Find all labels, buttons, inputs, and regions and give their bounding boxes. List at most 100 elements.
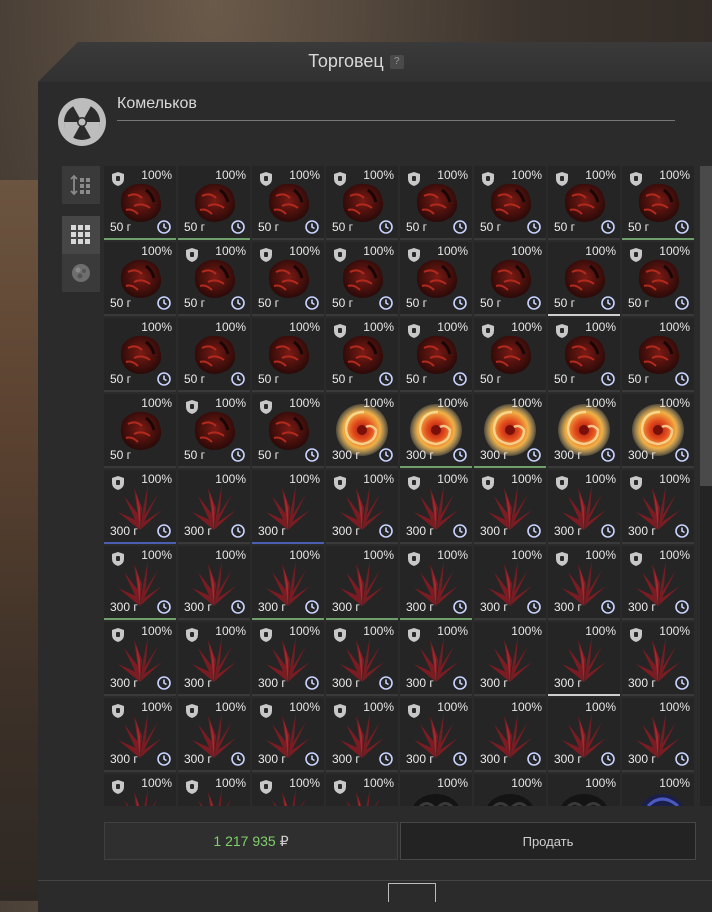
weight-label: 300 г bbox=[332, 524, 360, 538]
weight-label: 50 г bbox=[258, 448, 280, 462]
inventory-slot[interactable]: 100% 50 г bbox=[326, 242, 398, 316]
clock-icon bbox=[601, 752, 615, 766]
inventory-slot[interactable]: 100% 300 г bbox=[104, 698, 176, 772]
inventory-slot[interactable]: 100% 300 г bbox=[400, 546, 472, 620]
scrollbar-thumb[interactable] bbox=[700, 166, 712, 486]
inventory-slot[interactable]: 100% 300 г bbox=[622, 394, 694, 468]
inventory-slot[interactable]: 100% 300 г bbox=[252, 622, 324, 696]
inventory-slot[interactable]: 100% 50 г bbox=[622, 318, 694, 392]
inventory-slot[interactable]: 100% 300 г bbox=[474, 470, 546, 544]
grid-view-tab[interactable] bbox=[62, 216, 100, 254]
artifact-filter-tab[interactable] bbox=[62, 254, 100, 292]
inventory-slot[interactable]: 100% 50 г bbox=[548, 242, 620, 316]
sell-button[interactable]: Продать bbox=[400, 822, 696, 860]
shield-icon bbox=[186, 704, 198, 718]
inventory-slot[interactable]: 100% 300 г bbox=[474, 622, 546, 696]
clock-icon bbox=[453, 524, 467, 538]
inventory-slot[interactable]: 100% 300 г bbox=[400, 470, 472, 544]
help-button[interactable]: ? bbox=[389, 55, 404, 70]
inventory-slot[interactable]: 100% 300 г bbox=[104, 622, 176, 696]
inventory-slot[interactable]: 100% 50 г bbox=[622, 166, 694, 240]
shield-icon bbox=[408, 628, 420, 642]
inventory-slot[interactable]: 100% 300 г bbox=[178, 622, 250, 696]
inventory-slot[interactable]: 100% 300 г bbox=[622, 698, 694, 772]
inventory-slot[interactable]: 100% 50 г bbox=[252, 318, 324, 392]
inventory-slot[interactable]: 100% 50 г bbox=[178, 318, 250, 392]
weight-label: 50 г bbox=[184, 448, 206, 462]
inventory-slot[interactable]: 100% 300 г bbox=[622, 622, 694, 696]
inventory-slot[interactable]: 100% 50 г bbox=[178, 242, 250, 316]
inventory-slot[interactable]: 100% 300 г bbox=[326, 470, 398, 544]
inventory-slot[interactable]: 100% 50 г bbox=[400, 318, 472, 392]
shield-icon bbox=[112, 628, 124, 642]
weight-label: 300 г bbox=[184, 600, 212, 614]
inventory-slot[interactable]: 100% 50 г bbox=[548, 318, 620, 392]
weight-label: 300 г bbox=[480, 600, 508, 614]
inventory-slot[interactable]: 100% 300 г bbox=[400, 622, 472, 696]
durability-label: 100% bbox=[289, 320, 320, 334]
inventory-slot[interactable]: 100% bbox=[622, 774, 694, 806]
inventory-slot[interactable]: 100% 300 г bbox=[178, 546, 250, 620]
inventory-slot[interactable]: 100% bbox=[474, 774, 546, 806]
inventory-slot[interactable]: 100% 300 г bbox=[548, 546, 620, 620]
inventory-slot[interactable]: 100% 50 г bbox=[326, 166, 398, 240]
inventory-slot[interactable]: 100% 300 г bbox=[548, 394, 620, 468]
inventory-slot[interactable]: 100% bbox=[178, 774, 250, 806]
inventory-slot[interactable]: 100% 50 г bbox=[400, 166, 472, 240]
inventory-slot[interactable]: 100% 300 г bbox=[252, 546, 324, 620]
inventory-slot[interactable]: 100% 300 г bbox=[104, 470, 176, 544]
clock-icon bbox=[601, 372, 615, 386]
inventory-slot[interactable]: 100% 300 г bbox=[326, 698, 398, 772]
inventory-slot[interactable]: 100% 300 г bbox=[474, 546, 546, 620]
shield-icon bbox=[334, 476, 346, 490]
clock-icon bbox=[453, 220, 467, 234]
inventory-slot[interactable]: 100% 50 г bbox=[104, 242, 176, 316]
inventory-slot[interactable]: 100% 50 г bbox=[252, 394, 324, 468]
inventory-slot[interactable]: 100% 50 г bbox=[178, 394, 250, 468]
inventory-slot[interactable]: 100% bbox=[548, 774, 620, 806]
inventory-slot[interactable]: 100% 50 г bbox=[474, 318, 546, 392]
durability-label: 100% bbox=[289, 700, 320, 714]
inventory-slot[interactable]: 100% 300 г bbox=[400, 698, 472, 772]
weight-label: 300 г bbox=[628, 752, 656, 766]
inventory-slot[interactable]: 100% 50 г bbox=[104, 318, 176, 392]
clock-icon bbox=[379, 524, 393, 538]
inventory-slot[interactable]: 100% 300 г bbox=[548, 698, 620, 772]
inventory-slot[interactable]: 100% 300 г bbox=[252, 470, 324, 544]
inventory-slot[interactable]: 100% 300 г bbox=[178, 470, 250, 544]
inventory-slot[interactable]: 100% bbox=[252, 774, 324, 806]
inventory-slot[interactable]: 100% 50 г bbox=[474, 242, 546, 316]
inventory-slot[interactable]: 100% 300 г bbox=[326, 622, 398, 696]
inventory-slot[interactable]: 100% 50 г bbox=[548, 166, 620, 240]
inventory-slot[interactable]: 100% 50 г bbox=[252, 242, 324, 316]
inventory-slot[interactable]: 100% 50 г bbox=[104, 166, 176, 240]
inventory-slot[interactable]: 100% bbox=[104, 774, 176, 806]
inventory-slot[interactable]: 100% 300 г bbox=[178, 698, 250, 772]
weight-label: 50 г bbox=[480, 220, 502, 234]
inventory-slot[interactable]: 100% 50 г bbox=[104, 394, 176, 468]
inventory-slot[interactable]: 100% 50 г bbox=[474, 166, 546, 240]
inventory-slot[interactable]: 100% bbox=[400, 774, 472, 806]
inventory-slot[interactable]: 100% 50 г bbox=[178, 166, 250, 240]
inventory-slot[interactable]: 100% 50 г bbox=[622, 242, 694, 316]
inventory-slot[interactable]: 100% 300 г bbox=[326, 394, 398, 468]
inventory-slot[interactable]: 100% bbox=[326, 774, 398, 806]
inventory-slot[interactable]: 100% 300 г bbox=[548, 622, 620, 696]
inventory-slot[interactable]: 100% 300 г bbox=[622, 546, 694, 620]
durability-label: 100% bbox=[585, 396, 616, 410]
inventory-slot[interactable]: 100% 300 г bbox=[474, 394, 546, 468]
inventory-slot[interactable]: 100% 50 г bbox=[326, 318, 398, 392]
inventory-slot[interactable]: 100% 50 г bbox=[400, 242, 472, 316]
inventory-slot[interactable]: 100% 300 г bbox=[400, 394, 472, 468]
inventory-slot[interactable]: 100% 50 г bbox=[252, 166, 324, 240]
weight-label: 50 г bbox=[480, 372, 502, 386]
sort-tab[interactable] bbox=[62, 166, 100, 204]
inventory-slot[interactable]: 100% 300 г bbox=[252, 698, 324, 772]
inventory-slot[interactable]: 100% 300 г bbox=[548, 470, 620, 544]
inventory-slot[interactable]: 100% 300 г bbox=[474, 698, 546, 772]
bottom-tab[interactable] bbox=[388, 883, 436, 902]
inventory-slot[interactable]: 100% 300 г bbox=[326, 546, 398, 620]
inventory-slot[interactable]: 100% 300 г bbox=[622, 470, 694, 544]
scrollbar[interactable] bbox=[700, 166, 712, 806]
inventory-slot[interactable]: 100% 300 г bbox=[104, 546, 176, 620]
